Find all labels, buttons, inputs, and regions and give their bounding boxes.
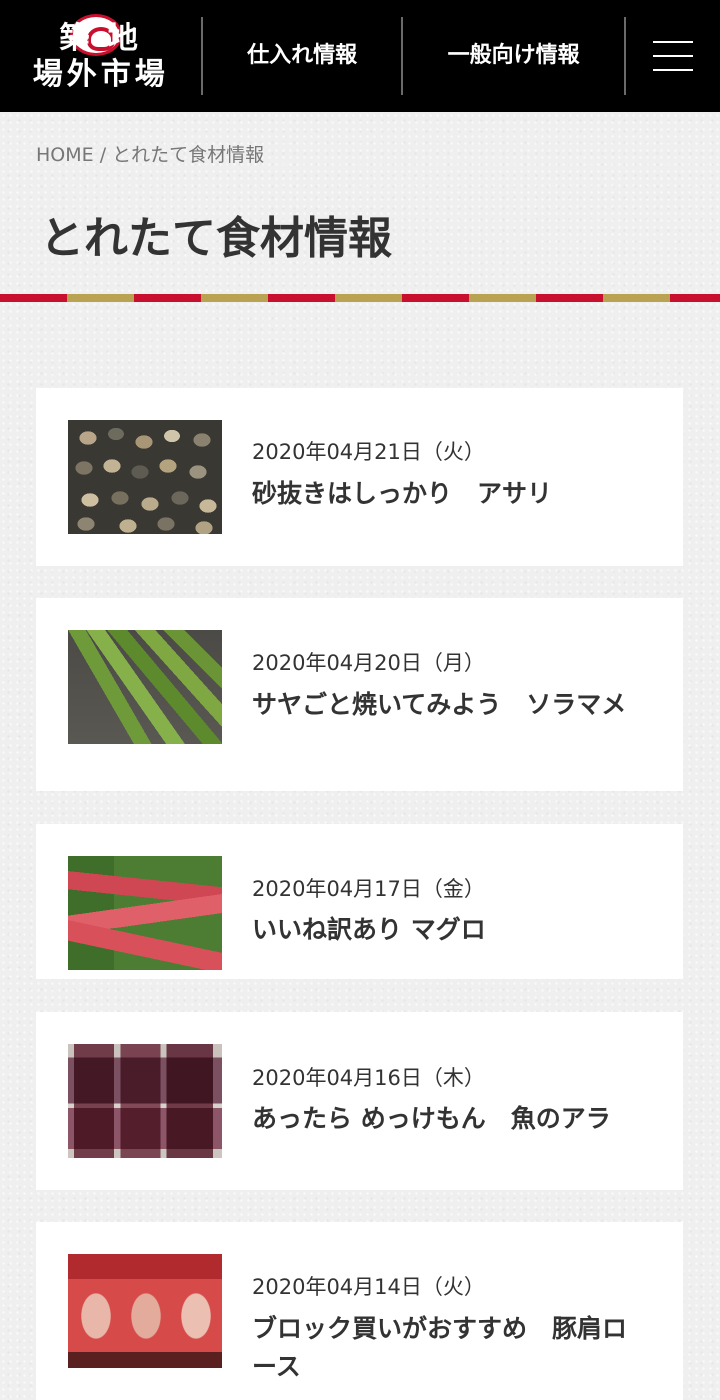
article-card[interactable]: 2020年04月21日（火） 砂抜きはしっかり アサリ — [36, 388, 683, 566]
nav-item-general-info[interactable]: 一般向け情報 — [403, 0, 624, 112]
breadcrumb-separator: / — [99, 144, 107, 166]
article-date: 2020年04月16日（木） — [252, 1066, 485, 1090]
article-thumbnail-tuna[interactable] — [68, 856, 222, 970]
breadcrumb: HOME / とれたて食材情報 — [36, 140, 264, 167]
article-thumbnail-fish-trimmings[interactable] — [68, 1044, 222, 1158]
logo-text-line1: 築 地 — [59, 21, 142, 56]
site-header: 築 地 場外市場 仕入れ情報 一般向け情報 — [0, 0, 720, 112]
article-title[interactable]: 砂抜きはしっかり アサリ — [252, 475, 642, 513]
article-date: 2020年04月21日（火） — [252, 440, 485, 464]
logo-text-line2: 場外市場 — [32, 57, 169, 92]
article-thumbnail-clams[interactable] — [68, 420, 222, 534]
article-title[interactable]: ブロック買いがおすすめ 豚肩ロース — [252, 1310, 642, 1386]
article-date: 2020年04月20日（月） — [252, 651, 485, 675]
article-date: 2020年04月17日（金） — [252, 877, 485, 901]
article-title[interactable]: あったら めっけもん 魚のアラ — [252, 1100, 642, 1138]
article-date: 2020年04月14日（火） — [252, 1275, 485, 1299]
article-card[interactable]: 2020年04月17日（金） いいね訳あり マグロ — [36, 824, 683, 979]
breadcrumb-home-link[interactable]: HOME — [36, 144, 94, 166]
article-thumbnail-fava-beans[interactable] — [68, 630, 222, 744]
site-logo[interactable]: 築 地 場外市場 — [0, 0, 201, 112]
nav-item-wholesale-info[interactable]: 仕入れ情報 — [203, 0, 400, 112]
article-title[interactable]: サヤごと焼いてみよう ソラマメ — [252, 686, 642, 724]
breadcrumb-current: とれたて食材情報 — [112, 144, 265, 166]
decorative-stripe — [0, 294, 720, 302]
article-thumbnail-pork-shoulder[interactable] — [68, 1254, 222, 1368]
article-card[interactable]: 2020年04月20日（月） サヤごと焼いてみよう ソラマメ — [36, 598, 683, 791]
article-title[interactable]: いいね訳あり マグロ — [252, 911, 642, 949]
page-title: とれたて食材情報 — [40, 213, 392, 264]
hamburger-menu-icon[interactable] — [626, 0, 720, 112]
article-card[interactable]: 2020年04月14日（火） ブロック買いがおすすめ 豚肩ロース — [36, 1222, 683, 1400]
article-card[interactable]: 2020年04月16日（木） あったら めっけもん 魚のアラ — [36, 1012, 683, 1190]
